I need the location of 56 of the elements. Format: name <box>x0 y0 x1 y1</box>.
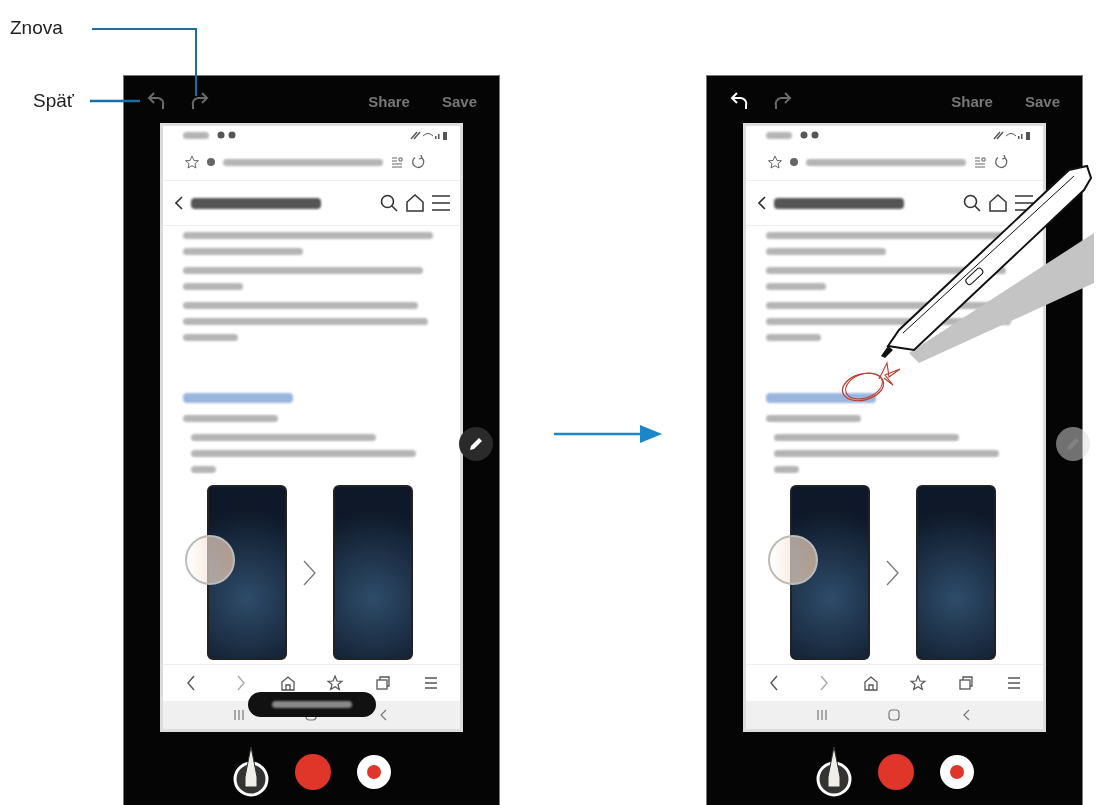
reader-icon[interactable] <box>391 156 403 168</box>
status-icons <box>800 131 820 139</box>
chevron-icon <box>303 559 317 586</box>
bookmark-star-icon[interactable] <box>326 674 345 692</box>
blurred-time <box>183 131 209 139</box>
action-button[interactable]: Save <box>437 90 481 112</box>
color-button[interactable] <box>294 753 331 790</box>
tabs-icon[interactable] <box>957 674 976 692</box>
pen-tool-icon[interactable] <box>815 746 852 797</box>
blurred-time <box>766 131 792 139</box>
callout-label: Znova <box>10 17 63 39</box>
star-icon[interactable] <box>185 155 199 169</box>
back-chevron-icon[interactable] <box>758 196 766 210</box>
record-button[interactable] <box>356 754 391 789</box>
pen-button[interactable] <box>459 427 493 461</box>
action-button[interactable]: Share <box>364 90 414 112</box>
blurred-text-line <box>774 466 799 473</box>
home-icon[interactable] <box>406 194 424 212</box>
reader-icon[interactable] <box>974 156 986 168</box>
color-button[interactable] <box>877 753 914 790</box>
info-icon <box>790 158 798 166</box>
chevron-icon <box>886 559 900 586</box>
scroll-capture-button[interactable] <box>248 692 376 717</box>
blurred-text-line <box>191 466 216 473</box>
bookmark-star-icon[interactable] <box>909 674 928 692</box>
home-icon[interactable] <box>278 674 297 692</box>
search-icon[interactable] <box>380 194 398 212</box>
pencil-icon <box>469 437 483 451</box>
refresh-icon[interactable] <box>411 155 425 169</box>
pen-button[interactable] <box>1056 427 1090 461</box>
handwriting-scribble-drawing <box>839 361 901 403</box>
leader-line <box>90 99 140 103</box>
callout-label: Späť <box>33 90 74 112</box>
star-icon[interactable] <box>768 155 782 169</box>
refresh-icon[interactable] <box>994 155 1008 169</box>
home-icon[interactable] <box>989 194 1007 212</box>
tabs-icon[interactable] <box>374 674 393 692</box>
search-icon[interactable] <box>963 194 981 212</box>
info-icon <box>207 158 215 166</box>
back-chevron-icon[interactable] <box>175 196 183 210</box>
record-button[interactable] <box>939 754 974 789</box>
blurred-text-line <box>766 334 821 341</box>
blurred-text-line <box>766 283 826 290</box>
action-button[interactable]: Share <box>947 90 997 112</box>
action-button[interactable]: Save <box>1020 90 1064 112</box>
undo-icon[interactable] <box>729 92 749 110</box>
signal-battery-icons <box>993 130 1031 140</box>
blurred-text-line <box>183 283 243 290</box>
status-icons <box>217 131 237 139</box>
blurred-text-line <box>183 334 238 341</box>
signal-battery-icons <box>410 130 448 140</box>
hand-press-drawing <box>185 535 235 585</box>
home-icon[interactable] <box>861 674 880 692</box>
pen-tool-icon[interactable] <box>232 746 269 797</box>
home-button-icon[interactable] <box>305 716 318 721</box>
hand-press-drawing <box>768 535 818 585</box>
